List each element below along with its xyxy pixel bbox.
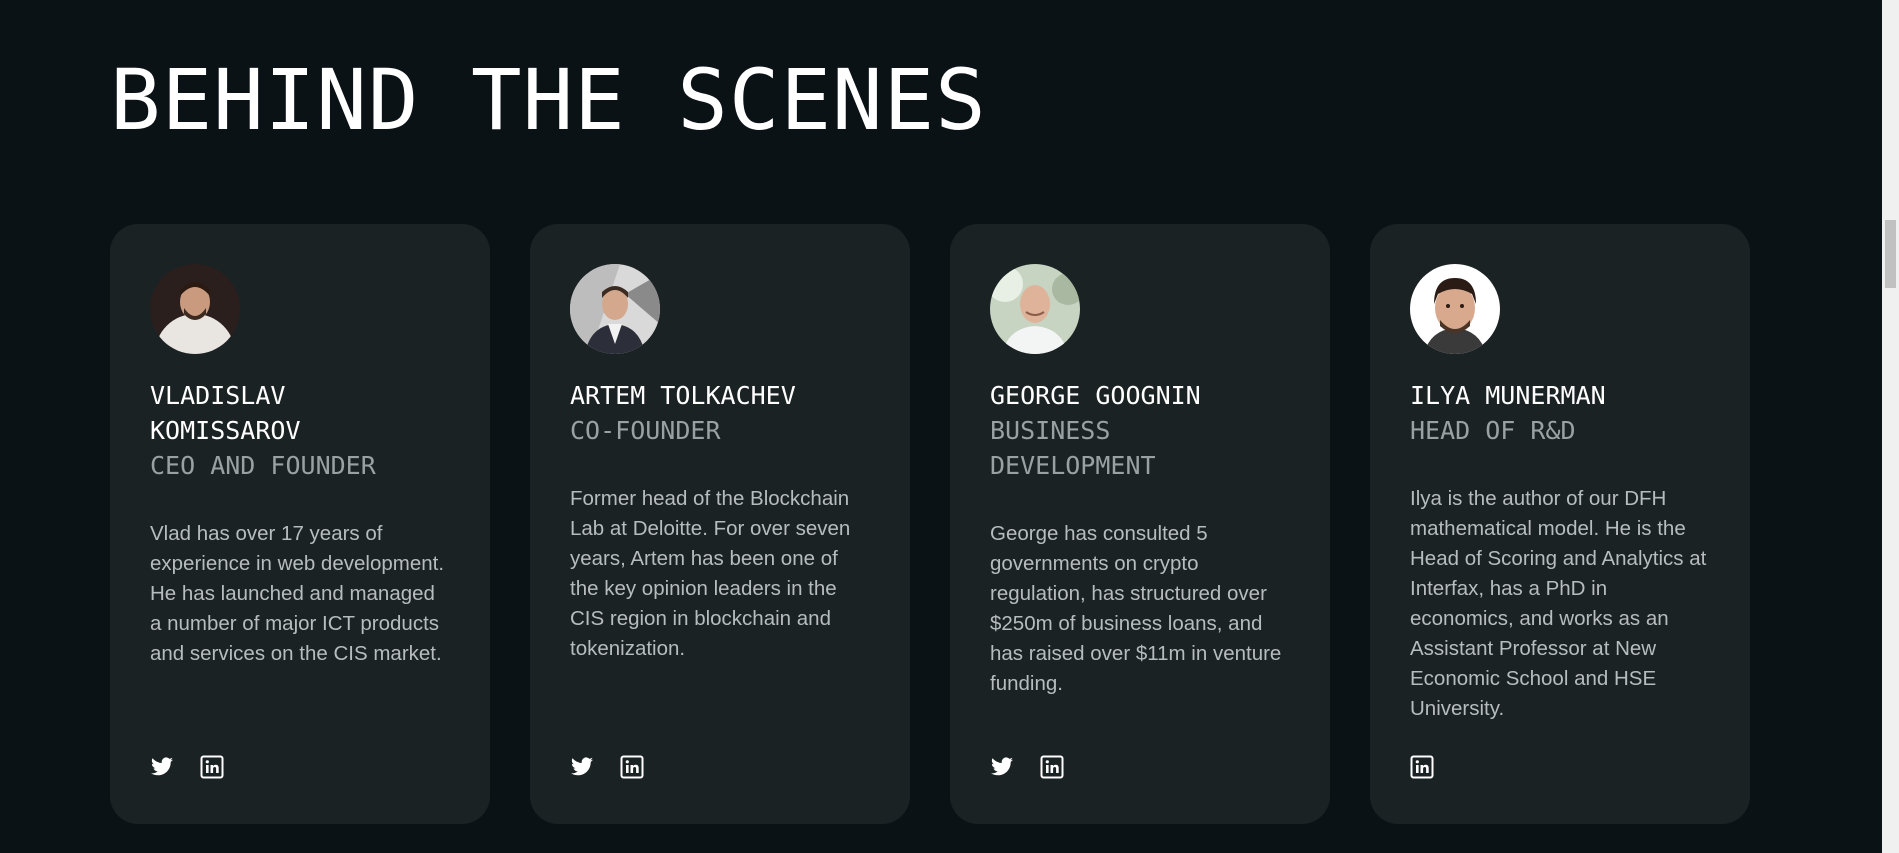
twitter-icon[interactable] [990, 755, 1014, 779]
social-links [1410, 755, 1434, 779]
team-card-george: GEORGE GOOGNIN BUSINESS DEVELOPMENT Geor… [950, 224, 1330, 824]
member-name: ARTEM TOLKACHEV [570, 381, 796, 410]
avatar [1410, 264, 1500, 354]
section-title: BEHIND THE SCENES [110, 51, 987, 149]
member-name: ILYA MUNERMAN [1410, 381, 1606, 410]
team-section: BEHIND THE SCENES VLADISLAV KOMISSAROV C… [0, 0, 1882, 853]
team-card-vladislav: VLADISLAV KOMISSAROV CEO AND FOUNDER Vla… [110, 224, 490, 824]
social-links [150, 755, 224, 779]
avatar [150, 264, 240, 354]
team-cards: VLADISLAV KOMISSAROV CEO AND FOUNDER Vla… [110, 224, 1750, 824]
team-card-ilya: ILYA MUNERMAN HEAD OF R&D Ilya is the au… [1370, 224, 1750, 824]
member-bio: Vlad has over 17 years of experience in … [150, 522, 445, 665]
linkedin-icon[interactable] [620, 755, 644, 779]
member-bio: Ilya is the author of our DFH mathematic… [1410, 487, 1707, 720]
linkedin-icon[interactable] [1410, 755, 1434, 779]
member-name: VLADISLAV KOMISSAROV [150, 381, 301, 445]
member-role: BUSINESS DEVELOPMENT [990, 416, 1156, 480]
twitter-icon[interactable] [150, 755, 174, 779]
member-name: GEORGE GOOGNIN [990, 381, 1201, 410]
member-role: HEAD OF R&D [1410, 416, 1576, 445]
linkedin-icon[interactable] [200, 755, 224, 779]
avatar [570, 264, 660, 354]
avatar [990, 264, 1080, 354]
social-links [570, 755, 644, 779]
scrollbar-thumb[interactable] [1885, 220, 1896, 288]
member-bio: Former head of the Blockchain Lab at Del… [570, 487, 851, 660]
social-links [990, 755, 1064, 779]
member-role: CO-FOUNDER [570, 416, 721, 445]
member-role: CEO AND FOUNDER [150, 451, 376, 480]
twitter-icon[interactable] [570, 755, 594, 779]
linkedin-icon[interactable] [1040, 755, 1064, 779]
team-card-artem: ARTEM TOLKACHEV CO-FOUNDER Former head o… [530, 224, 910, 824]
page-scrollbar[interactable] [1882, 0, 1899, 853]
member-bio: George has consulted 5 governments on cr… [990, 522, 1282, 695]
